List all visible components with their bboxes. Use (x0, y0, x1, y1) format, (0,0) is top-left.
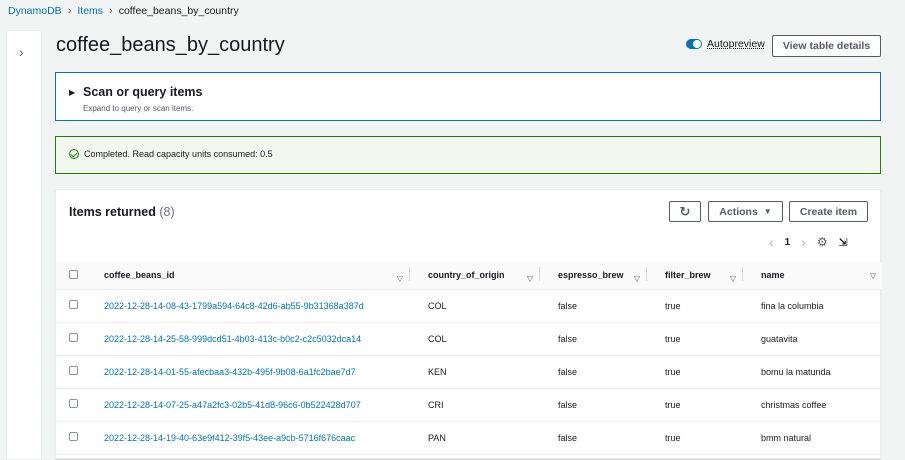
cell-filter: true (653, 355, 749, 389)
cell-name: bomu la matunda (749, 355, 882, 389)
page-title: coffee_beans_by_country (56, 34, 285, 56)
next-page-icon[interactable]: › (801, 234, 806, 250)
scan-query-subtitle: Expand to query or scan items. (83, 104, 194, 113)
cell-name: guatavita (749, 322, 882, 356)
side-navigation-collapsed: › (6, 30, 42, 460)
column-divider (409, 267, 410, 282)
page-number[interactable]: 1 (785, 237, 791, 248)
table-row[interactable]: 2022-12-28-14-07-25-a47a2fc3-02b5-41d8-9… (56, 388, 882, 422)
caret-down-icon: ▼ (763, 207, 772, 216)
item-id-link[interactable]: 2022-12-28-14-07-25-a47a2fc3-02b5-41d8-9… (104, 400, 361, 410)
alert-message: Completed. Read capacity units consumed:… (84, 149, 273, 159)
table-header-row: coffee_beans_id ▽ country_of_origin ▽ espr… (56, 262, 882, 290)
chevron-right-icon: › (67, 5, 72, 17)
cell-espresso: false (546, 289, 653, 323)
column-divider (539, 267, 540, 282)
chevron-right-icon: › (109, 5, 113, 17)
cell-filter: true (653, 421, 749, 455)
item-id-link[interactable]: 2022-12-28-14-08-43-1799a594-64c8-42d6-a… (104, 301, 364, 311)
column-header[interactable]: country_of_origin ▽ (416, 262, 546, 290)
view-table-details-button[interactable]: View table details (772, 35, 881, 57)
column-label: name (761, 270, 785, 281)
items-title-text: Items returned (69, 205, 156, 219)
row-checkbox[interactable] (69, 366, 78, 375)
scan-query-title[interactable]: Scan or query items (83, 85, 203, 99)
item-id-link[interactable]: 2022-12-28-14-01-55-afecbaa3-432b-495f-9… (104, 367, 356, 377)
column-label: espresso_brew (558, 270, 624, 281)
breadcrumb-current: coffee_beans_by_country (118, 5, 239, 17)
refresh-icon: ↻ (679, 203, 691, 219)
cell-country: PAN (416, 421, 546, 455)
column-label: coffee_beans_id (104, 270, 175, 281)
cell-filter: true (653, 289, 749, 323)
table-row[interactable]: 2022-12-28-14-25-58-999dcd51-4b03-413c-b… (56, 322, 882, 356)
sort-icon[interactable]: ▽ (730, 274, 736, 283)
breadcrumb-dynamodb-link[interactable]: DynamoDB (8, 5, 62, 17)
table-row[interactable]: 2022-12-28-14-19-40-63e9f412-39f5-43ee-a… (56, 421, 882, 455)
gear-icon[interactable]: ⚙ (817, 235, 828, 249)
column-divider (646, 267, 647, 282)
table-row[interactable]: 2022-12-28-14-01-55-afecbaa3-432b-495f-9… (56, 355, 882, 389)
autopreview-label: Autopreview (707, 38, 765, 50)
row-checkbox[interactable] (69, 432, 78, 441)
column-header[interactable]: coffee_beans_id ▽ (104, 262, 416, 290)
actions-label: Actions (719, 205, 758, 218)
refresh-button[interactable]: ↻ (669, 201, 701, 222)
sort-icon[interactable]: ▽ (397, 274, 403, 283)
cell-espresso: false (546, 388, 653, 422)
cell-name: bmm natural (749, 421, 882, 455)
select-all-checkbox[interactable] (69, 269, 78, 279)
cell-filter: true (653, 388, 749, 422)
column-divider (742, 267, 743, 282)
cell-name: fina la columbia (749, 289, 882, 323)
cell-name: christmas coffee (749, 388, 882, 422)
pagination: ‹ 1 › ⚙ ⇲ (769, 234, 848, 250)
cell-espresso: false (546, 322, 653, 356)
expand-navigation-icon[interactable]: › (19, 44, 24, 60)
previous-page-icon[interactable]: ‹ (769, 234, 774, 250)
autopreview-toggle[interactable]: Autopreview (686, 38, 765, 50)
column-header[interactable]: filter_brew ▽ (653, 262, 749, 290)
table-row[interactable]: 2022-12-28-14-08-43-1799a594-64c8-42d6-a… (56, 289, 882, 323)
create-item-button[interactable]: Create item (789, 201, 868, 222)
breadcrumb: DynamoDB › Items › coffee_beans_by_count… (8, 5, 239, 17)
row-checkbox[interactable] (69, 399, 78, 408)
items-panel: Items returned (8) ↻ Actions ▼ Create it… (55, 189, 882, 459)
breadcrumb-items-link[interactable]: Items (77, 5, 103, 17)
column-label: filter_brew (665, 270, 711, 281)
item-id-link[interactable]: 2022-12-28-14-25-58-999dcd51-4b03-413c-b… (104, 334, 361, 344)
scan-query-panel[interactable]: ▶ Scan or query items Expand to query or… (55, 72, 881, 121)
row-checkbox[interactable] (69, 333, 78, 342)
cell-filter: true (653, 322, 749, 356)
sort-icon[interactable]: ▽ (634, 274, 640, 283)
cell-country: CRI (416, 388, 546, 422)
row-checkbox[interactable] (69, 300, 78, 309)
cell-espresso: false (546, 355, 653, 389)
items-table: coffee_beans_id ▽ country_of_origin ▽ espr… (56, 262, 882, 455)
items-title: Items returned (8) (69, 205, 175, 219)
column-header[interactable]: espresso_brew ▽ (546, 262, 653, 290)
item-id-link[interactable]: 2022-12-28-14-19-40-63e9f412-39f5-43ee-a… (104, 433, 355, 443)
success-check-icon (69, 149, 79, 159)
select-all-cell (56, 262, 104, 290)
column-header[interactable]: name ▽ (749, 262, 882, 290)
sort-icon[interactable]: ▽ (870, 271, 876, 280)
cell-country: COL (416, 322, 546, 356)
caret-right-icon: ▶ (69, 88, 76, 97)
cell-country: COL (416, 289, 546, 323)
sort-icon[interactable]: ▽ (527, 274, 533, 283)
expand-columns-icon[interactable]: ⇲ (839, 236, 848, 249)
actions-dropdown[interactable]: Actions ▼ (708, 201, 783, 222)
column-label: country_of_origin (428, 270, 505, 281)
items-count: (8) (159, 205, 175, 219)
success-alert: Completed. Read capacity units consumed:… (55, 136, 881, 174)
cell-espresso: false (546, 421, 653, 455)
toggle-switch[interactable] (686, 39, 702, 49)
cell-country: KEN (416, 355, 546, 389)
